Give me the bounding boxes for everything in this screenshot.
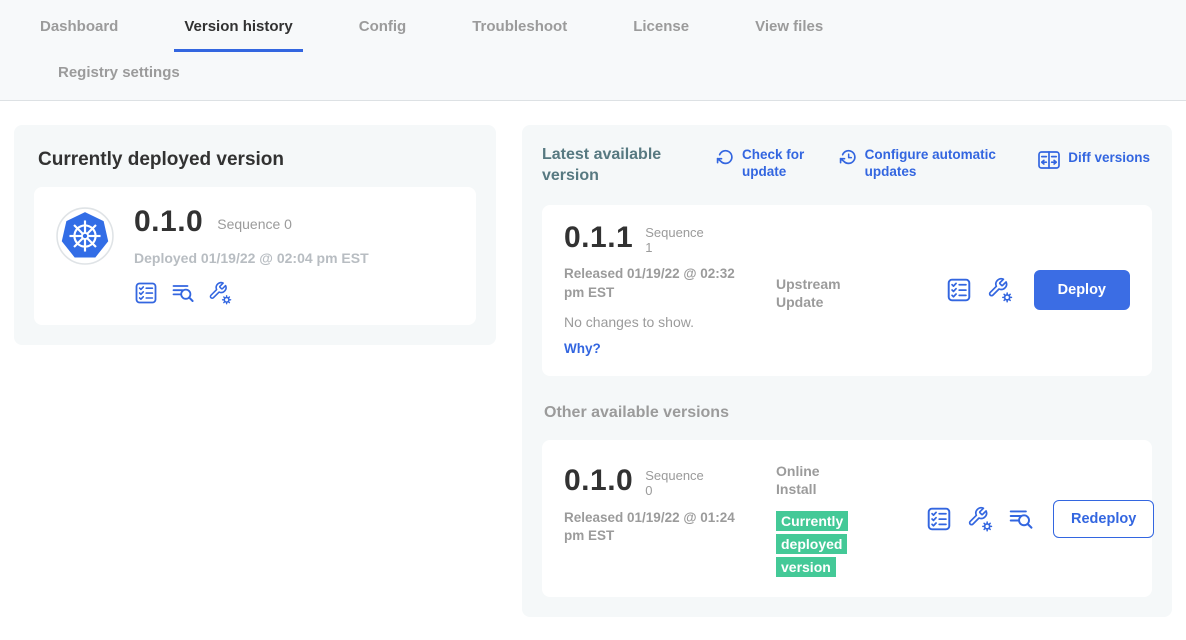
currently-deployed-badge: Currently deployed version <box>776 511 848 577</box>
refresh-icon <box>716 148 735 167</box>
deployed-version-details: 0.1.0 Sequence 0 Deployed 01/19/22 @ 02:… <box>134 207 369 305</box>
tab-view-files[interactable]: View files <box>745 14 833 52</box>
nav-row-1: Dashboard Version history Config Trouble… <box>30 14 1186 52</box>
schedule-icon <box>839 148 858 167</box>
upstream-update-label: Upstream Update <box>776 275 860 311</box>
main-content: Currently deployed version 0.1.0 Sequenc… <box>0 101 1186 617</box>
top-nav: Dashboard Version history Config Trouble… <box>0 0 1186 101</box>
currently-deployed-panel: Currently deployed version 0.1.0 Sequenc… <box>14 125 496 345</box>
no-changes-text: No changes to show. <box>564 314 776 330</box>
tab-license[interactable]: License <box>623 14 699 52</box>
latest-released-timestamp: Released 01/19/22 @ 02:32 pm EST <box>564 265 736 301</box>
latest-available-header: Latest available version Check for updat… <box>542 145 1152 187</box>
tab-version-history[interactable]: Version history <box>174 14 302 52</box>
tab-registry-settings[interactable]: Registry settings <box>48 60 190 88</box>
checklist-icon[interactable] <box>926 506 952 532</box>
latest-sequence-label: Sequence 1 <box>645 226 709 256</box>
kubernetes-logo-icon <box>56 207 114 265</box>
deployed-version-number: 0.1.0 <box>134 207 203 237</box>
check-for-update-link[interactable]: Check for update <box>716 147 818 181</box>
latest-source-column: Upstream Update <box>776 223 926 358</box>
latest-version-actions: Deploy <box>946 270 1130 310</box>
latest-available-panel: Latest available version Check for updat… <box>522 125 1172 617</box>
deployed-version-card: 0.1.0 Sequence 0 Deployed 01/19/22 @ 02:… <box>34 187 476 325</box>
diff-versions-label: Diff versions <box>1068 150 1150 167</box>
tab-troubleshoot[interactable]: Troubleshoot <box>462 14 577 52</box>
config-gear-icon[interactable] <box>208 281 232 305</box>
other-released-timestamp: Released 01/19/22 @ 01:24 pm EST <box>564 509 736 545</box>
tab-config[interactable]: Config <box>349 14 416 52</box>
other-source-column: Online Install Currently deployed versio… <box>776 458 926 579</box>
latest-version-info: 0.1.1 Sequence 1 Released 01/19/22 @ 02:… <box>564 223 776 358</box>
tab-dashboard[interactable]: Dashboard <box>30 14 128 52</box>
config-gear-icon[interactable] <box>987 277 1013 303</box>
latest-version-number: 0.1.1 <box>564 223 633 253</box>
config-gear-icon[interactable] <box>967 506 993 532</box>
latest-available-title: Latest available version <box>542 145 680 187</box>
latest-version-card: 0.1.1 Sequence 1 Released 01/19/22 @ 02:… <box>542 205 1152 376</box>
other-sequence-label: Sequence 0 <box>645 469 709 499</box>
other-available-versions-title: Other available versions <box>544 404 1152 422</box>
other-version-number: 0.1.0 <box>564 466 633 496</box>
other-version-actions: Redeploy <box>926 500 1154 538</box>
diff-versions-link[interactable]: Diff versions <box>1037 147 1150 181</box>
currently-deployed-title: Currently deployed version <box>38 149 474 171</box>
online-install-label: Online Install <box>776 462 860 498</box>
checklist-icon[interactable] <box>946 277 972 303</box>
configure-automatic-updates-label: Configure automatic updates <box>865 147 1017 181</box>
deployed-timestamp: Deployed 01/19/22 @ 02:04 pm EST <box>134 250 369 266</box>
currently-deployed-badge-wrap: Currently deployed version <box>776 510 856 579</box>
why-link[interactable]: Why? <box>564 341 601 356</box>
redeploy-button[interactable]: Redeploy <box>1053 500 1154 538</box>
configure-automatic-updates-link[interactable]: Configure automatic updates <box>839 147 1017 181</box>
other-version-info: 0.1.0 Sequence 0 Released 01/19/22 @ 01:… <box>564 458 776 579</box>
release-notes-icon[interactable] <box>171 281 195 305</box>
deploy-button[interactable]: Deploy <box>1034 270 1130 310</box>
release-notes-icon[interactable] <box>1008 506 1034 532</box>
header-actions: Check for update Configure automatic upd… <box>680 145 1152 181</box>
other-version-card: 0.1.0 Sequence 0 Released 01/19/22 @ 01:… <box>542 440 1152 597</box>
deployed-sequence-label: Sequence 0 <box>217 216 292 232</box>
diff-icon <box>1037 148 1061 172</box>
nav-row-2: Registry settings <box>48 52 1186 100</box>
checklist-icon[interactable] <box>134 281 158 305</box>
check-for-update-label: Check for update <box>742 147 818 181</box>
